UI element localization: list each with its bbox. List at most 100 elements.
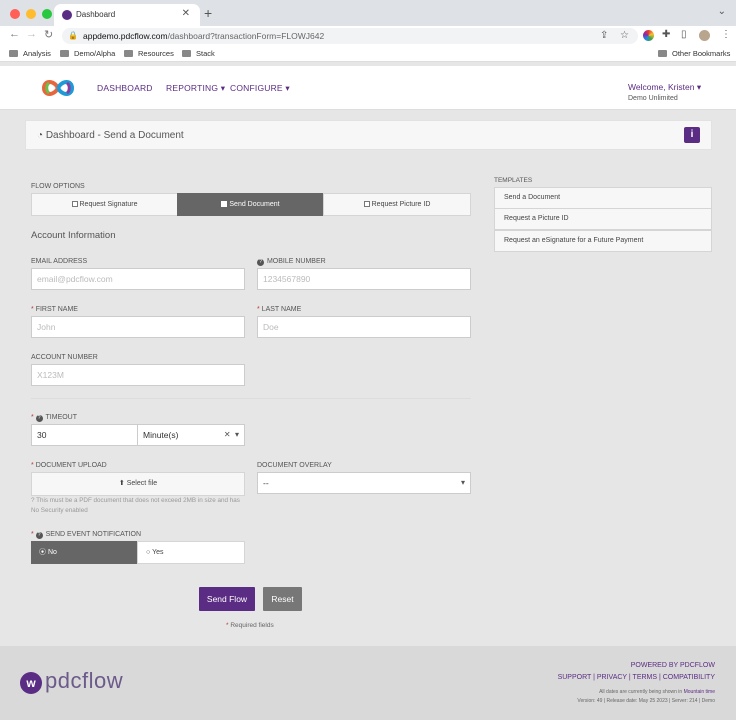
browser-tab[interactable]: Dashboard ✕ <box>54 4 200 26</box>
mobile-label: ? MOBILE NUMBER <box>257 258 326 266</box>
timeout-value-field[interactable]: 30 <box>31 424 138 446</box>
help-question-icon[interactable]: ? <box>257 259 264 266</box>
other-bookmarks[interactable]: Other Bookmarks <box>658 49 730 58</box>
flow-option-request-picture-id[interactable]: Request Picture ID <box>323 193 471 216</box>
info-button[interactable]: i <box>684 127 700 143</box>
profile-avatar-icon[interactable] <box>699 30 710 41</box>
timezone-note: All dates are currently being shown in M… <box>599 689 715 695</box>
required-fields-note: * Required fields <box>226 622 274 629</box>
share-icon[interactable]: ⇪ <box>600 28 608 44</box>
last-name-field[interactable]: Doe <box>257 316 471 338</box>
minimize-window-icon[interactable] <box>26 9 36 19</box>
pdcflow-logo-icon: w <box>20 672 42 694</box>
account-information-heading: Account Information <box>31 230 116 241</box>
footer-logo-text: pdcflow <box>45 668 124 693</box>
reload-icon[interactable]: ↻ <box>44 28 53 41</box>
template-item[interactable]: Request an eSignature for a Future Payme… <box>494 230 712 252</box>
page-title-bar: ◔ Dashboard - Send a Document i <box>25 120 712 150</box>
notification-yes-option[interactable]: ○ Yes <box>137 541 245 564</box>
section-divider <box>31 398 471 399</box>
clear-x-icon[interactable]: ✕ <box>224 430 231 439</box>
tab-search-icon[interactable]: ⌄ <box>718 6 726 17</box>
footer-links[interactable]: SUPPORT | PRIVACY | TERMS | COMPATIBILIT… <box>558 674 715 681</box>
dashboard-gauge-icon: ◔ <box>37 130 44 141</box>
checkbox-icon <box>71 201 78 207</box>
bookmark-stack[interactable]: Stack <box>182 49 215 58</box>
forward-icon[interactable]: → <box>26 28 37 40</box>
help-question-icon[interactable]: ? <box>35 415 43 422</box>
version-info: Version: 49 | Release date: May 25 2023 … <box>577 698 715 704</box>
address-bar[interactable]: 🔒 appdemo.pdcflow.com/dashboard?transact… <box>62 28 638 44</box>
powered-by: POWERED BY PDCFLOW <box>630 662 715 669</box>
nav-dashboard[interactable]: DASHBOARD <box>97 83 153 93</box>
send-event-notification-label: * ? SEND EVENT NOTIFICATION <box>31 531 142 539</box>
account-number-field[interactable]: X123M <box>31 364 245 386</box>
reset-button[interactable]: Reset <box>263 587 302 611</box>
flow-option-request-signature[interactable]: Request Signature <box>31 193 178 216</box>
upload-icon: ⬆ <box>118 480 125 487</box>
chevron-down-icon: ▾ <box>696 82 702 92</box>
account-number-label: ACCOUNT NUMBER <box>31 354 98 361</box>
checked-checkbox-icon <box>221 201 228 207</box>
extensions-puzzle-icon[interactable]: ✚ <box>662 29 670 40</box>
close-tab-icon[interactable]: ✕ <box>182 8 190 19</box>
help-question-icon[interactable]: ? <box>35 532 43 539</box>
timeout-unit-select[interactable]: Minute(s) ✕ ▾ <box>137 424 245 446</box>
help-question-icon: ? <box>31 497 35 504</box>
folder-icon <box>658 50 667 57</box>
chevron-down-icon: ▾ <box>234 430 239 439</box>
email-label: EMAIL ADDRESS <box>31 258 88 265</box>
bookmark-analysis[interactable]: Analysis <box>9 49 51 58</box>
pdcflow-infinity-logo-icon[interactable] <box>40 77 76 99</box>
send-flow-button[interactable]: Send Flow <box>199 587 255 611</box>
mobile-number-field[interactable]: 1234567890 <box>257 268 471 290</box>
last-name-label: * LAST NAME <box>257 306 302 313</box>
footer: w pdcflow POWERED BY PDCFLOW SUPPORT | P… <box>0 646 736 720</box>
tab-title: Dashboard <box>76 10 116 19</box>
bookmark-demo-alpha[interactable]: Demo/Alpha <box>60 49 115 58</box>
chevron-down-icon: ▾ <box>220 83 226 93</box>
bookmark-resources[interactable]: Resources <box>124 49 174 58</box>
user-menu[interactable]: Welcome, Kristen ▾ <box>628 82 701 93</box>
bookmark-star-icon[interactable]: ☆ <box>620 28 629 44</box>
document-upload-label: * DOCUMENT UPLOAD <box>31 462 107 469</box>
nav-configure[interactable]: CONFIGURE ▾ <box>230 83 290 94</box>
folder-icon <box>9 50 18 57</box>
folder-icon <box>182 50 191 57</box>
radio-selected-icon: ⦿ <box>39 549 46 556</box>
browser-menu-icon[interactable]: ⋮ <box>721 29 731 40</box>
upload-help-text: ? This must be a PDF document that does … <box>31 497 240 514</box>
chevron-down-icon: ▾ <box>460 478 465 487</box>
new-tab-icon[interactable]: + <box>204 5 212 21</box>
document-overlay-select[interactable]: -- ▾ <box>257 472 471 494</box>
nav-reporting[interactable]: REPORTING ▾ <box>166 83 225 94</box>
email-field[interactable]: email@pdcflow.com <box>31 268 245 290</box>
first-name-field[interactable]: John <box>31 316 245 338</box>
close-window-icon[interactable] <box>10 9 20 19</box>
browser-tab-bar: Dashboard ✕ + ⌄ <box>0 0 736 26</box>
extension-color-icon[interactable] <box>643 30 654 41</box>
browser-toolbar: ← → ↻ 🔒 appdemo.pdcflow.com/dashboard?tr… <box>0 26 736 46</box>
template-item[interactable]: Send a Document <box>494 187 712 209</box>
notification-no-option[interactable]: ⦿ No <box>31 541 138 564</box>
url-host: appdemo.pdcflow.com <box>83 31 168 41</box>
back-icon[interactable]: ← <box>9 28 20 40</box>
timeout-label: * ? TIMEOUT <box>31 414 78 422</box>
folder-icon <box>60 50 69 57</box>
select-file-button[interactable]: ⬆ Select file <box>31 472 245 496</box>
page-title: ◔ Dashboard - Send a Document <box>37 130 184 141</box>
flow-option-send-document[interactable]: Send Document <box>177 193 324 216</box>
maximize-window-icon[interactable] <box>42 9 52 19</box>
app-header: DASHBOARD REPORTING ▾ CONFIGURE ▾ Welcom… <box>0 66 736 110</box>
folder-icon <box>124 50 133 57</box>
document-overlay-label: DOCUMENT OVERLAY <box>257 462 332 469</box>
flow-options-label: FLOW OPTIONS <box>31 183 85 190</box>
organization-name: Demo Unlimited <box>628 95 678 102</box>
url-path: /dashboard?transactionForm=FLOWJ642 <box>167 31 325 41</box>
chevron-down-icon: ▾ <box>285 83 290 93</box>
sidebar-icon[interactable]: ▯ <box>681 29 687 40</box>
checkbox-icon <box>363 201 370 207</box>
template-item[interactable]: Request a Picture ID <box>494 208 712 230</box>
radio-empty-icon: ○ <box>146 549 151 556</box>
favicon-icon <box>62 10 72 20</box>
